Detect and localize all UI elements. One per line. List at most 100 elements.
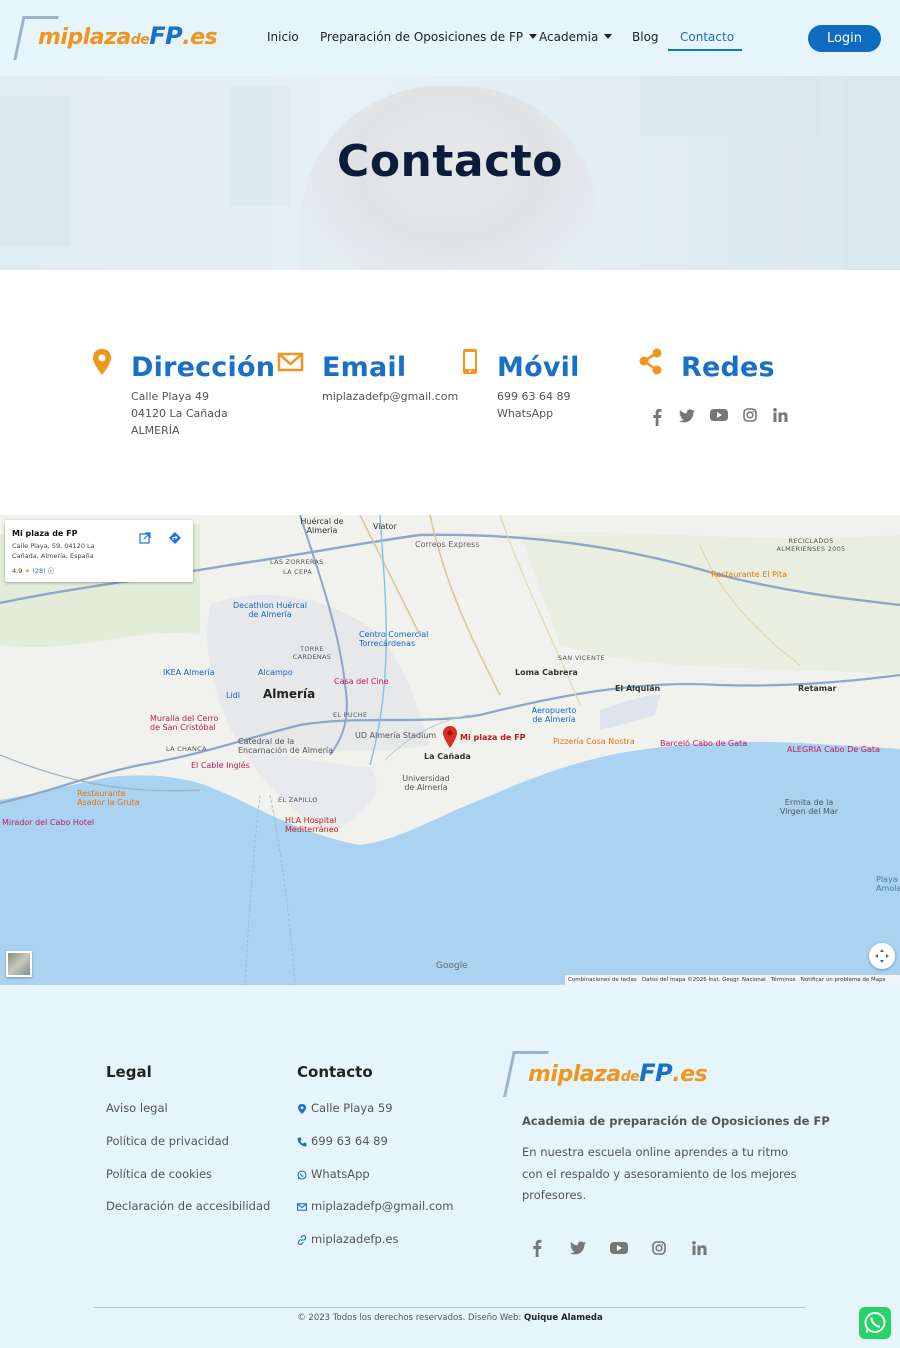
- whatsapp-icon: [864, 1312, 886, 1333]
- nav-contacto[interactable]: Contacto: [680, 30, 734, 44]
- footer-link-privacidad[interactable]: Política de privacidad: [106, 1134, 229, 1148]
- nav-active-indicator: [668, 49, 742, 51]
- social-title: Redes: [681, 352, 775, 383]
- map-label: Huércal de Almería: [300, 517, 344, 535]
- twitter-icon[interactable]: [570, 1240, 587, 1256]
- map-label: Catedral de la Encarnación de Almería: [238, 737, 334, 755]
- link-icon: [297, 1235, 307, 1245]
- share-icon: [639, 348, 662, 375]
- address-title: Dirección: [131, 352, 276, 383]
- twitter-icon[interactable]: [679, 408, 696, 424]
- linkedin-icon[interactable]: [692, 1241, 707, 1255]
- map-marker-icon[interactable]: [443, 726, 457, 748]
- map-label: Barceló Cabo de Gata: [660, 739, 748, 748]
- map-footer-text: Datos del mapa ©2026 Inst. Geogr. Nacion…: [642, 977, 766, 983]
- map-label: EL ZAPILLO: [278, 796, 318, 804]
- map-footer-link[interactable]: Términos: [771, 977, 796, 983]
- footer-contact-title: Contacto: [297, 1063, 373, 1081]
- expand-icon: [875, 949, 889, 963]
- hero-banner: Contacto: [0, 76, 900, 270]
- map-label: Restaurante El Pita: [711, 570, 787, 579]
- map-label: EL PUCHE: [333, 711, 368, 719]
- map-label: Viator: [373, 522, 397, 531]
- google-watermark: Google: [436, 961, 468, 971]
- map-label: Correos Express: [415, 540, 480, 549]
- instagram-icon[interactable]: [743, 408, 757, 422]
- map-label: Mi plaza de FP: [460, 733, 526, 742]
- map-label: Playa Amola: [876, 875, 900, 893]
- map-canvas: [0, 515, 900, 985]
- map-label: Restaurante Asador la Gruta: [77, 789, 140, 807]
- map-label: Casa del Cine: [334, 677, 389, 686]
- map-pin-icon: [298, 1104, 306, 1114]
- place-rating: 4,9 ★ (28) ⓘ: [12, 567, 55, 575]
- facebook-icon[interactable]: [532, 1239, 542, 1257]
- map-label: UD Almería Stadium: [355, 731, 437, 740]
- map-label: El Alquián: [615, 684, 661, 693]
- footer-description: En nuestra escuela online aprendes a tu …: [522, 1145, 797, 1202]
- map-label: La Cañada: [424, 752, 471, 761]
- map-footer-link[interactable]: Notificar un problema de Maps: [801, 977, 886, 983]
- linkedin-icon[interactable]: [773, 408, 788, 422]
- map-label: Alcampo: [258, 668, 293, 677]
- site-logo[interactable]: miplazadeFP.es: [13, 14, 223, 62]
- chevron-down-icon: [529, 34, 538, 39]
- footer-link-cookies[interactable]: Política de cookies: [106, 1167, 212, 1181]
- login-button[interactable]: Login: [808, 25, 881, 52]
- map-label: RECICLADOS ALMERIENSES 2005: [776, 537, 846, 553]
- mail-icon: [297, 1203, 307, 1211]
- map-label: ALEGRIA Cabo De Gata: [787, 745, 880, 754]
- whatsapp-float-button[interactable]: [859, 1307, 891, 1339]
- map-label: Decathlon Huércal de Almería: [233, 601, 307, 619]
- map-label: HLA Hospital Mediterráneo: [285, 816, 339, 834]
- nav-inicio[interactable]: Inicio: [267, 30, 299, 44]
- nav-blog[interactable]: Blog: [632, 30, 659, 44]
- phone-icon: [297, 1137, 307, 1147]
- logo-text: miplazadeFP.es: [38, 22, 218, 50]
- footer-tagline: Academia de preparación de Oposiciones d…: [522, 1114, 830, 1128]
- footer-contact-email[interactable]: miplazadefp@gmail.com: [311, 1199, 453, 1213]
- footer-link-accesibilidad[interactable]: Declaración de accesibilidad: [106, 1199, 270, 1213]
- youtube-icon[interactable]: [610, 1241, 628, 1255]
- map-label: LA CEPA: [283, 568, 312, 576]
- map-label: IKEA Almería: [163, 668, 215, 677]
- designer-link[interactable]: Quique Alameda: [524, 1313, 603, 1323]
- map-fullscreen-button[interactable]: [869, 943, 895, 969]
- map-footer-link[interactable]: Combinaciones de teclas: [568, 977, 637, 983]
- footer-contact-address[interactable]: Calle Playa 59: [311, 1101, 393, 1115]
- mobile-number[interactable]: 699 63 64 89: [497, 390, 570, 403]
- page-title: Contacto: [337, 136, 563, 187]
- map-place-card[interactable]: Mi plaza de FP Calle Playa, 59, 04120 La…: [5, 520, 193, 582]
- email-value[interactable]: miplazadefp@gmail.com: [322, 390, 458, 403]
- map-layer-toggle[interactable]: [6, 951, 32, 977]
- map-label: SAN VICENTE: [558, 654, 605, 662]
- nav-oposiciones[interactable]: Preparación de Oposiciones de FP: [320, 30, 538, 44]
- mobile-whatsapp[interactable]: WhatsApp: [497, 407, 553, 420]
- map-label: TORRE CARDENAS: [292, 645, 332, 661]
- youtube-icon[interactable]: [710, 408, 728, 422]
- footer-logo[interactable]: miplazadeFP.es: [503, 1049, 718, 1101]
- place-name: Mi plaza de FP: [12, 529, 78, 538]
- map-label: LA CHANCA: [166, 745, 207, 753]
- footer-contact-whatsapp[interactable]: WhatsApp: [311, 1167, 370, 1181]
- envelope-icon: [277, 352, 304, 372]
- map-label: Almería: [263, 687, 316, 701]
- map-label: Aeropuerto de Almería: [531, 706, 577, 724]
- footer-contact-phone[interactable]: 699 63 64 89: [311, 1134, 388, 1148]
- map-attribution: Combinaciones de teclas Datos del mapa ©…: [565, 975, 900, 985]
- map-label: Muralla del Cerro de San Cristóbal: [150, 714, 219, 732]
- footer-legal-title: Legal: [106, 1063, 152, 1081]
- logo-text: miplazadeFP.es: [528, 1059, 708, 1087]
- map-label: Lidl: [226, 691, 240, 700]
- nav-academia[interactable]: Academia: [539, 30, 613, 44]
- map-label: Loma Cabrera: [515, 668, 578, 677]
- footer-contact-website[interactable]: miplazadefp.es: [311, 1232, 398, 1246]
- map-label: Mirador del Cabo Hotel: [2, 818, 95, 827]
- footer-link-aviso-legal[interactable]: Aviso legal: [106, 1101, 168, 1115]
- directions-icon[interactable]: [168, 531, 182, 545]
- facebook-icon[interactable]: [652, 408, 662, 426]
- instagram-icon[interactable]: [652, 1241, 666, 1255]
- google-map-embed[interactable]: Mi plaza de FP Calle Playa, 59, 04120 La…: [0, 515, 900, 985]
- open-in-maps-icon[interactable]: [138, 531, 152, 545]
- place-address: Calle Playa, 59, 04120 La Cañada, Almerí…: [12, 542, 95, 560]
